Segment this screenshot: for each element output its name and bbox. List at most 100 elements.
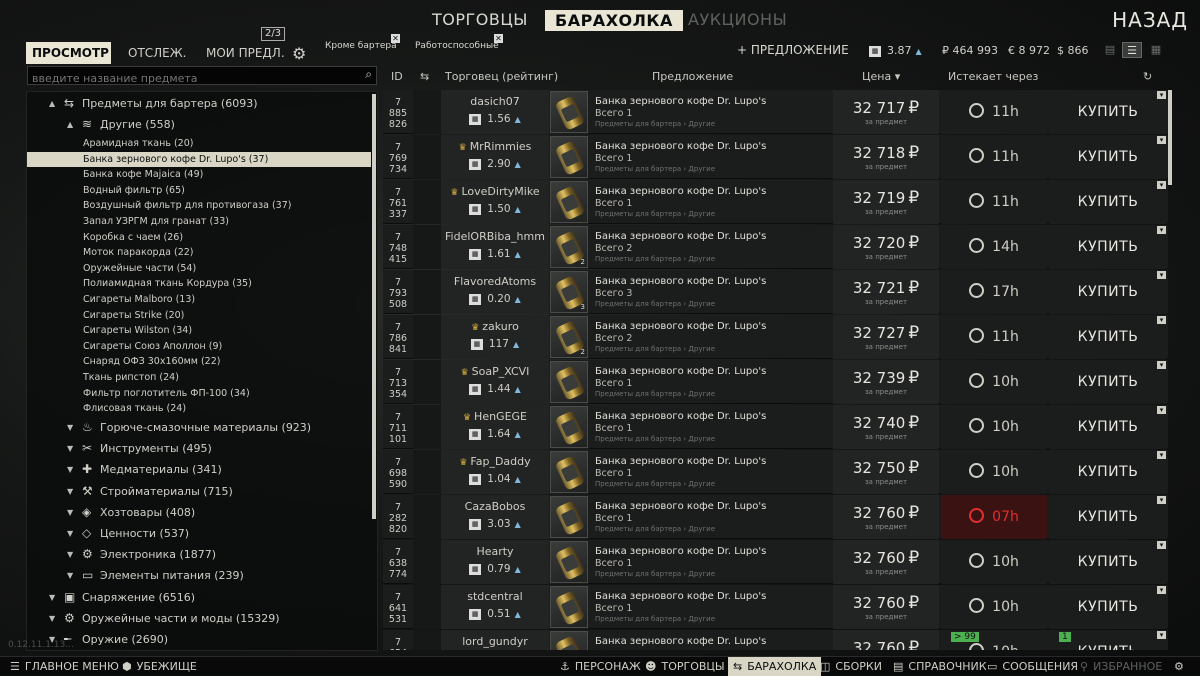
filter-chip-no-barter[interactable]: Кроме бартера — [325, 41, 397, 51]
table-row[interactable]: 7 786 841 ♛ zakuro ▦ 117 ▲ 2 Банка зернового кофе… — [383, 315, 1168, 359]
chevron-down-icon[interactable]: ▾ — [1157, 271, 1166, 279]
messages-button[interactable]: ▭ СООБЩЕНИЯ — [987, 657, 1078, 676]
chevron-down-icon[interactable]: ▾ — [1157, 91, 1166, 99]
tree-item[interactable]: Запал УЗРГМ для гранат (33) — [27, 214, 371, 229]
trader-cell[interactable]: CazaBobos ▦ 3.03 ▲ — [441, 495, 549, 539]
tree-item[interactable]: Сигареты Malboro (13) — [27, 292, 371, 307]
buy-button[interactable]: КУПИТЬ — [1049, 90, 1167, 134]
trader-name[interactable]: CazaBobos — [465, 500, 526, 513]
buy-button[interactable]: КУПИТЬ — [1049, 360, 1167, 404]
character-button[interactable]: ⚓ ПЕРСОНАЖ — [560, 657, 641, 676]
item-name[interactable]: Банка зернового кофе Dr. Lupo's — [595, 546, 831, 557]
trader-cell[interactable]: stdcentral ▦ 0.51 ▲ — [441, 585, 549, 629]
buy-button[interactable]: КУПИТЬ — [1049, 315, 1167, 359]
col-header-expires[interactable]: Истекает через — [948, 70, 1038, 83]
item-thumbnail[interactable] — [549, 630, 589, 650]
item-thumbnail[interactable] — [549, 450, 589, 494]
chevron-down-icon[interactable]: ▾ — [1157, 496, 1166, 504]
main-menu-button[interactable]: ☰ ГЛАВНОЕ МЕНЮ — [10, 657, 119, 676]
barter-icon[interactable]: ⇆ — [420, 70, 429, 83]
item-thumbnail[interactable]: 3 — [549, 270, 589, 314]
item-name[interactable]: Банка зернового кофе Dr. Lupo's — [595, 276, 831, 287]
trader-name[interactable]: Hearty — [476, 545, 513, 558]
col-header-offer[interactable]: Предложение — [652, 70, 733, 83]
table-row[interactable]: 7 698 590 ♛ Fap_Daddy ▦ 1.04 ▲ Банка зернового к… — [383, 450, 1168, 494]
tree-category[interactable]: ▼ ▭ Элементы питания (239) — [27, 566, 371, 585]
tile-view-icon[interactable]: ▦ — [1146, 42, 1166, 58]
trader-cell[interactable]: Hearty ▦ 0.79 ▲ — [441, 540, 549, 584]
col-header-price[interactable]: Цена ▾ — [862, 70, 900, 83]
tree-item[interactable]: Банка зернового кофе Dr. Lupo's (37) — [27, 151, 371, 167]
tree-category[interactable]: ▼ ⚒ Стройматериалы (715) — [27, 482, 371, 501]
trader-cell[interactable]: ♛ LoveDirtyMike ▦ 1.50 ▲ — [441, 180, 549, 224]
item-thumbnail[interactable] — [549, 360, 589, 404]
buy-button[interactable]: КУПИТЬ — [1049, 135, 1167, 179]
add-offer-button[interactable]: + ПРЕДЛОЖЕНИЕ — [737, 43, 849, 57]
table-row[interactable]: 7 713 354 ♛ SoaP_XCVI ▦ 1.44 ▲ Банка зернового к… — [383, 360, 1168, 404]
refresh-icon[interactable]: ↻ — [1143, 70, 1152, 83]
tree-item[interactable]: Оружейные части (54) — [27, 261, 371, 276]
item-thumbnail[interactable] — [549, 90, 589, 134]
grid-view-icon[interactable]: ▤ — [1100, 42, 1120, 58]
trader-name[interactable]: dasich07 — [470, 95, 520, 108]
traders-button[interactable]: ☻ ТОРГОВЦЫ — [645, 657, 725, 676]
trader-cell[interactable]: ♛ zakuro ▦ 117 ▲ — [441, 315, 549, 359]
buy-button[interactable]: КУПИТЬ — [1049, 180, 1167, 224]
tree-item[interactable]: Воздушный фильтр для противогаза (37) — [27, 198, 371, 213]
item-name[interactable]: Банка зернового кофе Dr. Lupo's — [595, 96, 831, 107]
item-name[interactable]: Банка зернового кофе Dr. Lupo's — [595, 411, 831, 422]
chevron-down-icon[interactable]: ▾ — [1157, 361, 1166, 369]
tree-category[interactable]: ▼ ✚ Медматериалы (341) — [27, 460, 371, 479]
back-button[interactable]: НАЗАД — [1112, 8, 1188, 32]
chevron-down-icon[interactable]: ▾ — [1157, 181, 1166, 189]
buy-button[interactable]: КУПИТЬ — [1049, 450, 1167, 494]
item-thumbnail[interactable] — [549, 585, 589, 629]
col-header-trader[interactable]: Торговец (рейтинг) — [445, 70, 558, 83]
tree-item[interactable]: Водный фильтр (65) — [27, 183, 371, 198]
trader-name[interactable]: FidelORBiba_hmm — [445, 230, 545, 243]
item-name[interactable]: Банка зернового кофе Dr. Lupo's — [595, 186, 831, 197]
tree-category-others[interactable]: ▲ ≋ Другие (558) — [27, 115, 371, 134]
trader-name[interactable]: stdcentral — [467, 590, 522, 603]
trader-name[interactable]: HenGEGE — [474, 410, 527, 423]
trader-name[interactable]: zakuro — [482, 320, 519, 333]
table-row[interactable]: 7 769 734 ♛ MrRimmies ▦ 2.90 ▲ Банка зернового к… — [383, 135, 1168, 179]
table-row[interactable]: 7 885 826 dasich07 ▦ 1.56 ▲ Банка зернового коф… — [383, 90, 1168, 134]
chevron-down-icon[interactable]: ▾ — [1157, 631, 1166, 639]
trader-cell[interactable]: FlavoredAtoms ▦ 0.20 ▲ — [441, 270, 549, 314]
tree-item[interactable]: Коробка с чаем (26) — [27, 230, 371, 245]
table-row[interactable]: 7 793 508 FlavoredAtoms ▦ 0.20 ▲ 3 Банка зерново… — [383, 270, 1168, 314]
tree-item[interactable]: Банка кофе Majaica (49) — [27, 167, 371, 182]
table-row[interactable]: 7 711 101 ♛ HenGEGE ▦ 1.64 ▲ Банка зернового коф… — [383, 405, 1168, 449]
item-name[interactable]: Банка зернового кофе Dr. Lupo's — [595, 321, 831, 332]
trader-cell[interactable]: dasich07 ▦ 1.56 ▲ — [441, 90, 549, 134]
tree-item[interactable]: Сигареты Союз Аполлон (9) — [27, 339, 371, 354]
item-thumbnail[interactable]: 2 — [549, 225, 589, 269]
trader-cell[interactable]: ♛ SoaP_XCVI ▦ 1.44 ▲ — [441, 360, 549, 404]
buy-button[interactable]: КУПИТЬ — [1049, 225, 1167, 269]
chevron-down-icon[interactable]: ▾ — [1157, 226, 1166, 234]
tab-browse[interactable]: ПРОСМОТР — [26, 42, 111, 64]
item-thumbnail[interactable] — [549, 135, 589, 179]
tab-traders[interactable]: ТОРГОВЦЫ — [432, 10, 528, 29]
list-view-icon[interactable]: ☰ — [1122, 42, 1142, 58]
chevron-down-icon[interactable]: ▾ — [1157, 316, 1166, 324]
trader-name[interactable]: SoaP_XCVI — [472, 365, 530, 378]
trader-name[interactable]: LoveDirtyMike — [461, 185, 539, 198]
table-row[interactable]: 7 761 337 ♛ LoveDirtyMike ▦ 1.50 ▲ Банка зерново… — [383, 180, 1168, 224]
tab-my-offers[interactable]: МОИ ПРЕДЛ. — [200, 42, 291, 64]
trader-name[interactable]: Fap_Daddy — [470, 455, 530, 468]
tree-item[interactable]: Снаряд ОФЗ 30х160мм (22) — [27, 354, 371, 369]
tree-category-barter[interactable]: ▲ ⇆ Предметы для бартера (6093) — [27, 94, 371, 113]
trader-name[interactable]: lord_gundyr — [462, 635, 528, 648]
hideout-button[interactable]: ⬢ УБЕЖИЩЕ — [122, 657, 197, 676]
tree-item[interactable]: Сигареты Strike (20) — [27, 308, 371, 323]
tree-category[interactable]: ▼ ♨ Горюче-смазочные материалы (923) — [27, 418, 371, 437]
tree-item[interactable]: Полиамидная ткань Кордура (35) — [27, 276, 371, 291]
tab-auctions[interactable]: АУКЦИОНЫ — [688, 10, 787, 29]
item-name[interactable]: Банка зернового кофе Dr. Lupo's — [595, 501, 831, 512]
table-row[interactable]: 7 748 415 FidelORBiba_hmm ▦ 1.61 ▲ 2 Банка зерно… — [383, 225, 1168, 269]
close-icon[interactable]: ✕ — [494, 34, 503, 43]
item-name[interactable]: Банка зернового кофе Dr. Lupo's — [595, 141, 831, 152]
tree-item[interactable]: Фильтр поглотитель ФП-100 (34) — [27, 386, 371, 401]
